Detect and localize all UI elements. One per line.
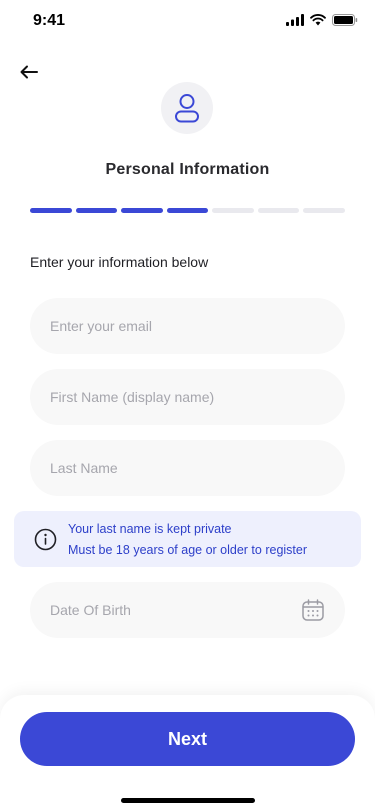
- progress-step-complete: [166, 208, 209, 213]
- home-indicator[interactable]: [121, 798, 255, 803]
- progress-bar: [30, 208, 346, 213]
- info-circle-icon: [34, 528, 57, 551]
- first-name-field[interactable]: [30, 369, 345, 425]
- status-time: 9:41: [33, 12, 66, 29]
- progress-step-pending: [257, 208, 300, 213]
- email-field[interactable]: [30, 298, 345, 354]
- progress-step-complete: [75, 208, 118, 213]
- progress-step-complete: [30, 208, 72, 213]
- user-icon: [175, 94, 199, 123]
- avatar: [161, 82, 213, 134]
- status-icons: [286, 14, 358, 26]
- form-intro: Enter your information below: [30, 254, 209, 270]
- last-name-field[interactable]: [30, 440, 345, 496]
- back-button[interactable]: [16, 60, 42, 84]
- info-line-private: Your last name is kept private: [68, 522, 232, 536]
- progress-step-pending: [212, 208, 254, 213]
- date-of-birth-field[interactable]: Date Of Birth: [30, 582, 345, 638]
- info-line-age: Must be 18 years of age or older to regi…: [68, 543, 308, 557]
- status-bar: 9:41: [0, 0, 375, 44]
- date-of-birth-placeholder: Date Of Birth: [50, 602, 131, 618]
- info-box: Your last name is kept private Must be 1…: [14, 511, 361, 567]
- progress-step-complete: [121, 208, 163, 213]
- calendar-icon[interactable]: [301, 598, 325, 622]
- battery-icon: [332, 14, 358, 26]
- progress-step-pending: [303, 208, 346, 213]
- page-title: Personal Information: [105, 161, 270, 178]
- wifi-icon: [310, 14, 326, 26]
- signal-icon: [286, 14, 304, 26]
- arrow-left-icon: [20, 65, 38, 79]
- next-button[interactable]: Next: [20, 712, 355, 766]
